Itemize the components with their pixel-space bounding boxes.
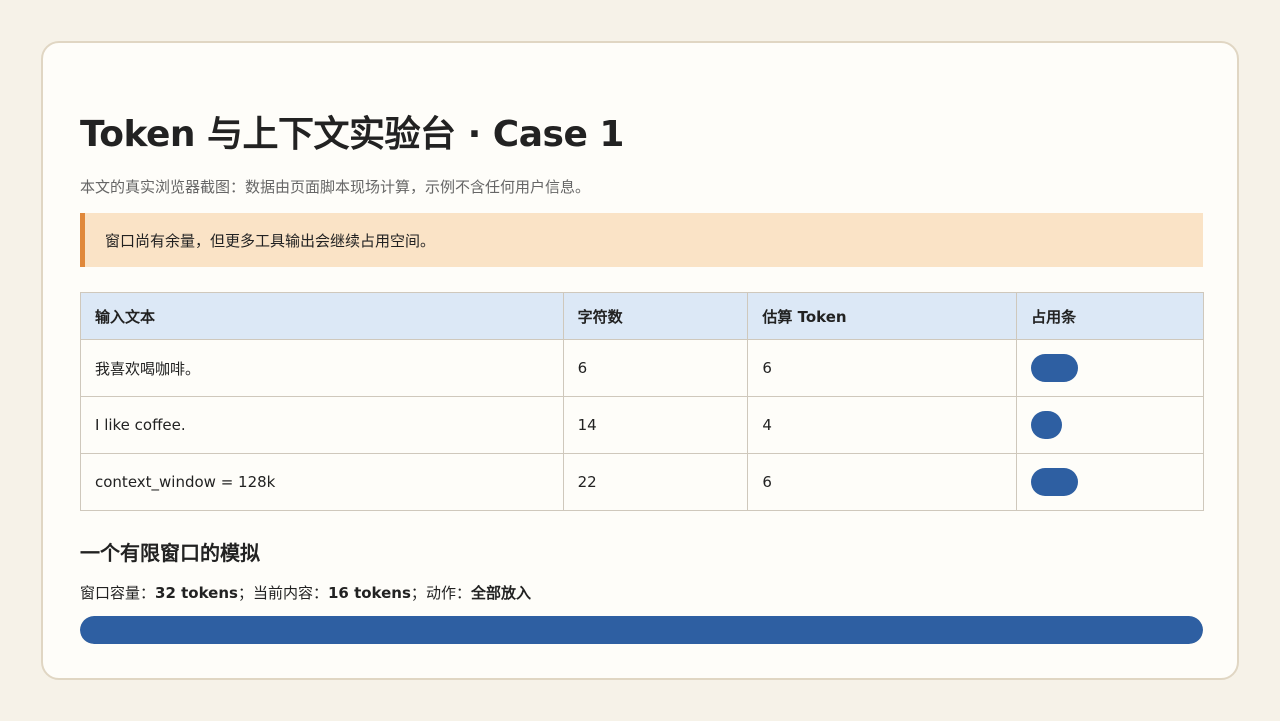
page-subtitle: 本文的真实浏览器截图：数据由页面脚本现场计算，示例不含任何用户信息。	[80, 178, 591, 196]
row-chars: 6	[562, 339, 749, 397]
row-bar-cell	[1016, 453, 1204, 511]
usage-bar	[1031, 468, 1079, 496]
row-text: I like coffee.	[80, 396, 564, 454]
notice-banner: 窗口尚有余量，但更多工具输出会继续占用空间。	[80, 213, 1203, 267]
header-token-estimate: 估算 Token	[747, 292, 1018, 340]
row-text: 我喜欢喝咖啡。	[80, 339, 564, 397]
row-chars: 22	[562, 453, 749, 511]
simulation-title: 一个有限窗口的模拟	[80, 541, 260, 565]
capacity-value: 32 tokens	[155, 584, 238, 602]
table-row: context_window = 128k 22 6	[80, 453, 1204, 511]
row-tokens: 6	[747, 453, 1018, 511]
current-value: 16 tokens	[327, 584, 411, 602]
header-input-text: 输入文本	[80, 292, 564, 340]
current-label: 当前内容：	[252, 584, 328, 602]
notice-text: 窗口尚有余量，但更多工具输出会继续占用空间。	[105, 231, 436, 250]
separator: ；	[237, 584, 253, 602]
token-table: 输入文本 字符数 估算 Token 占用条 我喜欢喝咖啡。 6 6 I like…	[80, 292, 1204, 511]
capacity-label: 窗口容量：	[80, 584, 156, 602]
table-header-row: 输入文本 字符数 估算 Token 占用条	[80, 292, 1204, 340]
table-row: 我喜欢喝咖啡。 6 6	[80, 339, 1204, 397]
usage-bar	[1031, 411, 1063, 439]
usage-bar	[1031, 354, 1079, 382]
separator: ；	[410, 584, 426, 602]
page-title: Token 与上下文实验台 · Case 1	[80, 114, 624, 155]
header-usage-bar: 占用条	[1016, 292, 1204, 340]
row-bar-cell	[1016, 396, 1204, 454]
row-tokens: 6	[747, 339, 1018, 397]
row-tokens: 4	[747, 396, 1018, 454]
table-row: I like coffee. 14 4	[80, 396, 1204, 454]
capacity-bar	[80, 616, 1203, 644]
main-card: Token 与上下文实验台 · Case 1 本文的真实浏览器截图：数据由页面脚…	[41, 41, 1239, 680]
capacity-bar-fill	[80, 616, 1203, 644]
action-label: 动作：	[425, 584, 471, 602]
row-chars: 14	[562, 396, 749, 454]
row-text: context_window = 128k	[80, 453, 564, 511]
simulation-status: 窗口容量：32 tokens；当前内容：16 tokens；动作：全部放入	[80, 582, 531, 603]
header-char-count: 字符数	[562, 292, 749, 340]
action-value: 全部放入	[470, 584, 531, 602]
row-bar-cell	[1016, 339, 1204, 397]
